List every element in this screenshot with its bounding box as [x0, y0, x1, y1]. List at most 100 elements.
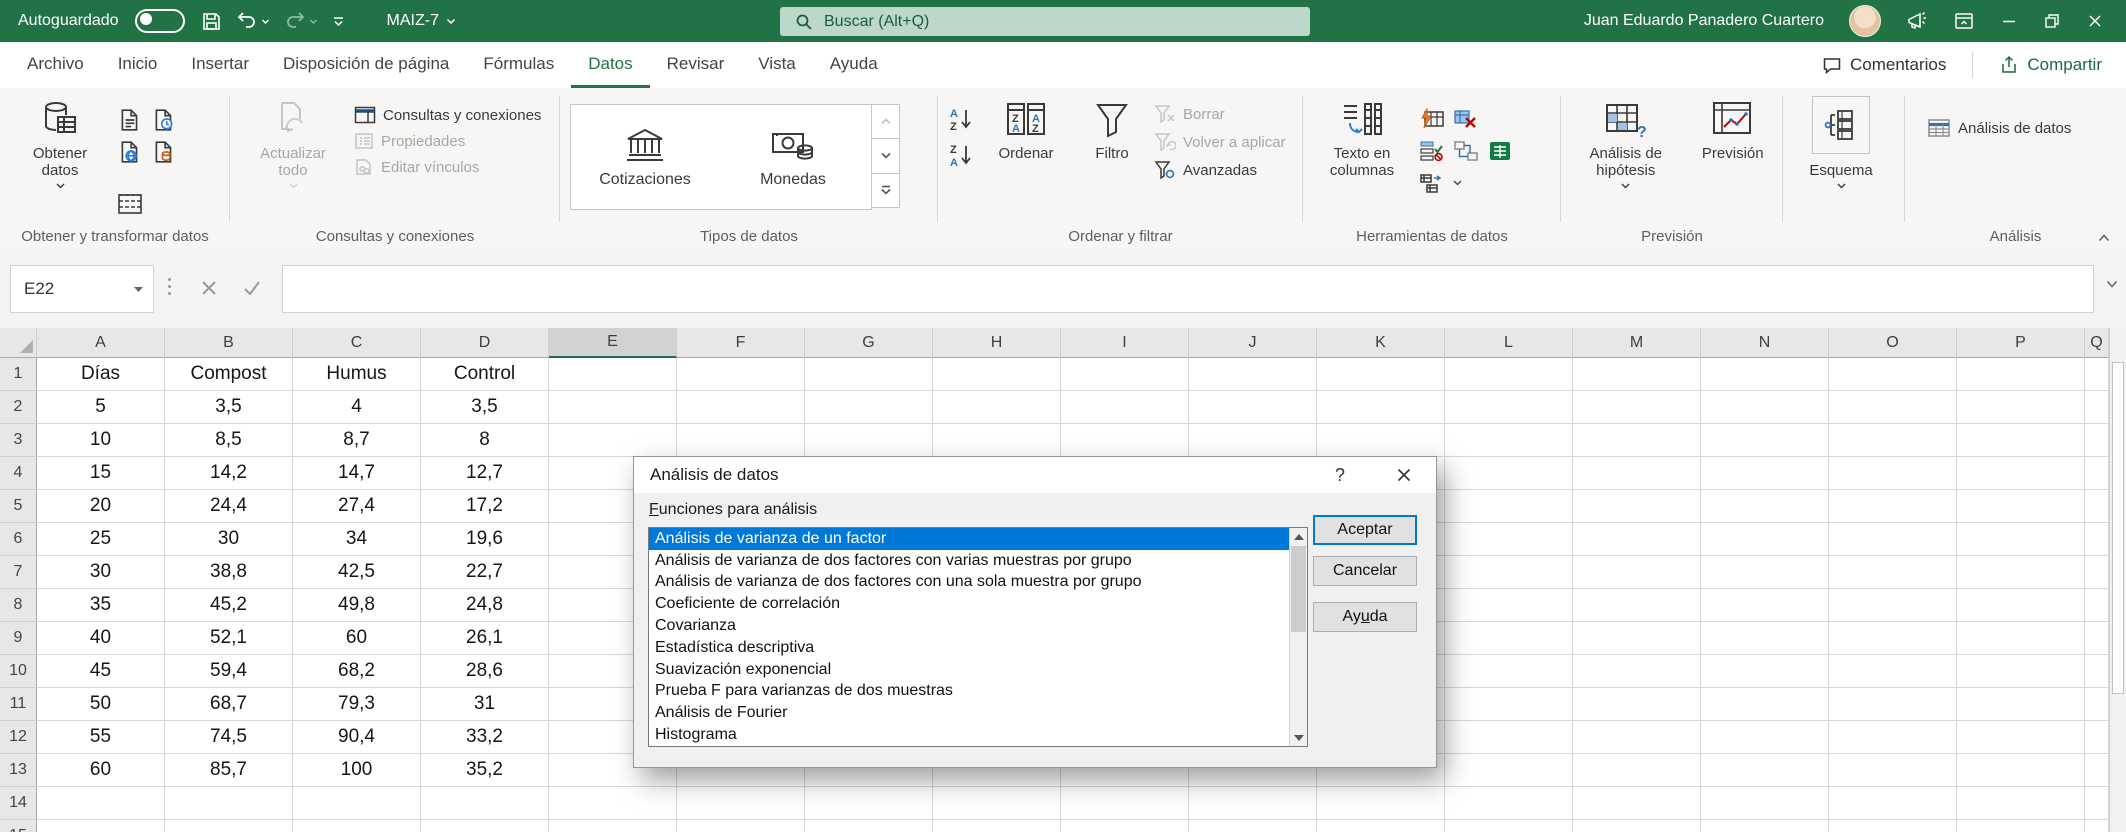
cell-D4[interactable]: 12,7: [421, 457, 549, 490]
cell-P1[interactable]: [1957, 358, 2085, 391]
function-option-9[interactable]: Análisis de Fourier: [649, 702, 1307, 724]
comments-button[interactable]: Comentarios: [1812, 55, 1956, 75]
cell-O13[interactable]: [1829, 754, 1957, 787]
edit-links-button[interactable]: Editar vínculos: [354, 158, 541, 176]
row-header-4[interactable]: 4: [0, 457, 37, 490]
row-header-11[interactable]: 11: [0, 688, 37, 721]
cell-A4[interactable]: 15: [37, 457, 165, 490]
column-header-C[interactable]: C: [293, 328, 421, 358]
cell-N1[interactable]: [1701, 358, 1829, 391]
cell-K1[interactable]: [1317, 358, 1445, 391]
cell-P6[interactable]: [1957, 523, 2085, 556]
cell-F2[interactable]: [677, 391, 805, 424]
cell-J3[interactable]: [1189, 424, 1317, 457]
cell-D2[interactable]: 3,5: [421, 391, 549, 424]
data-validation-icon[interactable]: [1419, 140, 1445, 162]
cell-M11[interactable]: [1573, 688, 1701, 721]
cell-C2[interactable]: 4: [293, 391, 421, 424]
cell-O4[interactable]: [1829, 457, 1957, 490]
cell-L13[interactable]: [1445, 754, 1573, 787]
function-option-6[interactable]: Estadística descriptiva: [649, 637, 1307, 659]
row-header-8[interactable]: 8: [0, 589, 37, 622]
column-header-O[interactable]: O: [1829, 328, 1957, 358]
cell-L4[interactable]: [1445, 457, 1573, 490]
cell-L14[interactable]: [1445, 787, 1573, 820]
cell-A11[interactable]: 50: [37, 688, 165, 721]
cell-P14[interactable]: [1957, 787, 2085, 820]
cell-E1[interactable]: [549, 358, 677, 391]
cell-Q4[interactable]: [2085, 457, 2109, 490]
cell-I3[interactable]: [1061, 424, 1189, 457]
cell-P15[interactable]: [1957, 820, 2085, 832]
cell-P4[interactable]: [1957, 457, 2085, 490]
cell-N3[interactable]: [1701, 424, 1829, 457]
cell-A13[interactable]: 60: [37, 754, 165, 787]
cell-A3[interactable]: 10: [37, 424, 165, 457]
name-box-dropdown[interactable]: [123, 286, 153, 293]
avatar[interactable]: [1849, 5, 1881, 37]
cell-A8[interactable]: 35: [37, 589, 165, 622]
dialog-close-button[interactable]: [1382, 457, 1426, 493]
cell-N11[interactable]: [1701, 688, 1829, 721]
cell-Q7[interactable]: [2085, 556, 2109, 589]
cell-N12[interactable]: [1701, 721, 1829, 754]
cell-F1[interactable]: [677, 358, 805, 391]
column-header-N[interactable]: N: [1701, 328, 1829, 358]
select-all-corner[interactable]: [0, 328, 37, 358]
cell-B3[interactable]: 8,5: [165, 424, 293, 457]
cell-M14[interactable]: [1573, 787, 1701, 820]
cell-B11[interactable]: 68,7: [165, 688, 293, 721]
ribbon-display-options-icon[interactable]: [1953, 11, 1975, 31]
cell-O3[interactable]: [1829, 424, 1957, 457]
feedback-icon[interactable]: [1906, 10, 1928, 32]
sort-button[interactable]: ZAAZ Ordenar: [982, 96, 1070, 165]
cell-N8[interactable]: [1701, 589, 1829, 622]
cell-H3[interactable]: [933, 424, 1061, 457]
minimize-button[interactable]: [2000, 12, 2018, 30]
column-header-J[interactable]: J: [1189, 328, 1317, 358]
cell-D15[interactable]: [421, 820, 549, 832]
cell-O5[interactable]: [1829, 490, 1957, 523]
filter-button[interactable]: Filtro: [1078, 96, 1146, 165]
currencies-data-type[interactable]: Monedas: [719, 105, 867, 209]
cell-Q14[interactable]: [2085, 787, 2109, 820]
cell-N13[interactable]: [1701, 754, 1829, 787]
workbook-title[interactable]: MAIZ-7: [387, 12, 456, 30]
cell-C7[interactable]: 42,5: [293, 556, 421, 589]
cell-P5[interactable]: [1957, 490, 2085, 523]
cell-G1[interactable]: [805, 358, 933, 391]
cell-N7[interactable]: [1701, 556, 1829, 589]
cell-C15[interactable]: [293, 820, 421, 832]
cell-M8[interactable]: [1573, 589, 1701, 622]
functions-listbox[interactable]: Análisis de varianza de un factor Análisi…: [648, 527, 1308, 747]
chevron-down-icon[interactable]: [1453, 180, 1462, 186]
remove-duplicates-icon[interactable]: [1453, 108, 1479, 130]
formula-input[interactable]: [282, 265, 2094, 313]
cell-C10[interactable]: 68,2: [293, 655, 421, 688]
cell-A6[interactable]: 25: [37, 523, 165, 556]
refresh-all-button[interactable]: Actualizar todo: [240, 96, 346, 192]
cell-H2[interactable]: [933, 391, 1061, 424]
cell-N6[interactable]: [1701, 523, 1829, 556]
cell-P9[interactable]: [1957, 622, 2085, 655]
row-header-9[interactable]: 9: [0, 622, 37, 655]
function-option-4[interactable]: Coeficiente de correlación: [649, 593, 1307, 615]
cell-I14[interactable]: [1061, 787, 1189, 820]
cell-C1[interactable]: Humus: [293, 358, 421, 391]
cell-M6[interactable]: [1573, 523, 1701, 556]
cell-N5[interactable]: [1701, 490, 1829, 523]
row-header-1[interactable]: 1: [0, 358, 37, 391]
outline-label[interactable]: Esquema: [1804, 162, 1877, 192]
cell-N14[interactable]: [1701, 787, 1829, 820]
cell-C11[interactable]: 79,3: [293, 688, 421, 721]
gallery-more-button[interactable]: [872, 173, 900, 208]
row-header-7[interactable]: 7: [0, 556, 37, 589]
cell-P11[interactable]: [1957, 688, 2085, 721]
cell-O9[interactable]: [1829, 622, 1957, 655]
cell-C9[interactable]: 60: [293, 622, 421, 655]
cell-G2[interactable]: [805, 391, 933, 424]
autosave-toggle[interactable]: [134, 9, 185, 33]
cell-I2[interactable]: [1061, 391, 1189, 424]
cell-B12[interactable]: 74,5: [165, 721, 293, 754]
cell-K3[interactable]: [1317, 424, 1445, 457]
